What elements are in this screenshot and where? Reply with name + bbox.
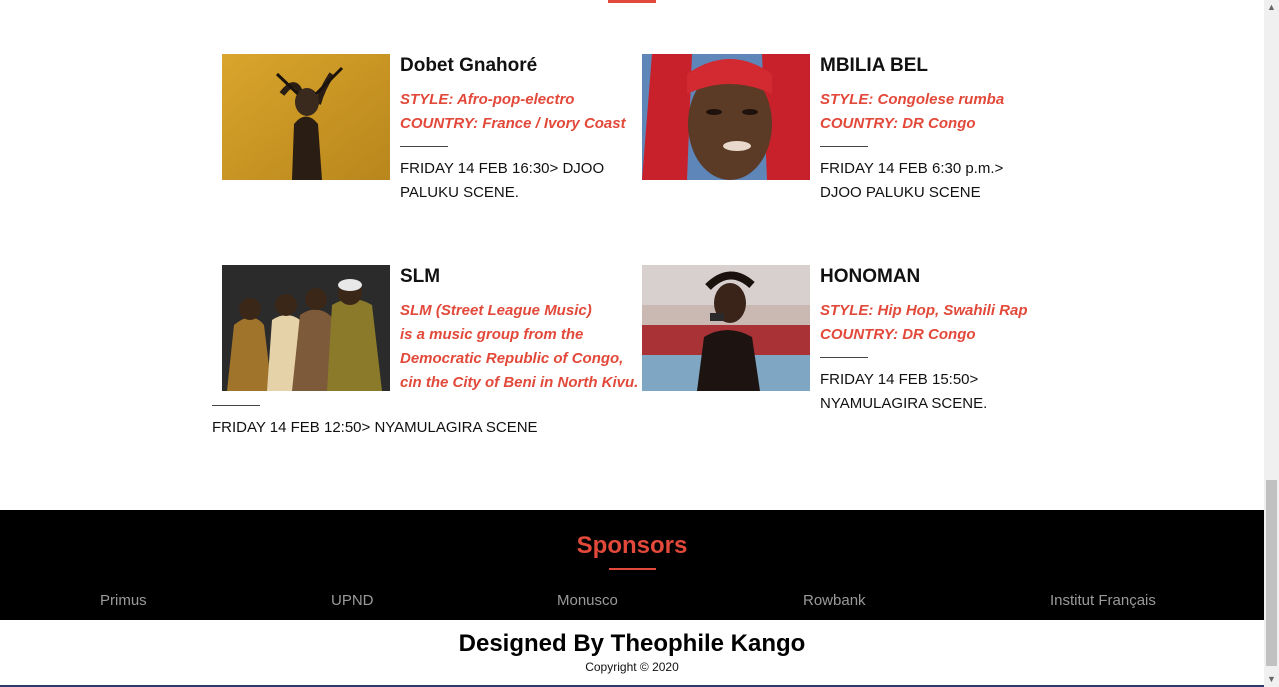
artist-name: SLM (400, 266, 441, 287)
schedule-line: DJOO PALUKU SCENE (820, 184, 981, 201)
artist-schedule: FRIDAY 14 FEB 16:30> DJOO PALUKU SCENE. (400, 157, 604, 205)
sponsors-title: Sponsors (576, 532, 688, 559)
designer-credit: Designed By Theophile Kango (458, 630, 806, 657)
scroll-up-arrow-icon[interactable]: ▲ (1264, 0, 1279, 15)
artist-name: HONOMAN (820, 266, 921, 287)
scroll-down-arrow-icon[interactable]: ▼ (1264, 672, 1279, 687)
sponsor-primus[interactable]: Primus (100, 592, 147, 609)
schedule-line: FRIDAY 14 FEB 15:50> (820, 371, 979, 388)
artist-style: STYLE: Hip Hop, Swahili Rap (820, 302, 1028, 319)
artist-meta: STYLE: Afro-pop-electro COUNTRY: France … (400, 88, 626, 136)
schedule-line: NYAMULAGIRA SCENE. (820, 395, 988, 412)
artist-country: COUNTRY: DR Congo (820, 326, 976, 343)
artist-schedule: FRIDAY 14 FEB 6:30 p.m.> DJOO PALUKU SCE… (820, 157, 1003, 205)
divider (820, 146, 868, 147)
sponsor-monusco[interactable]: Monusco (557, 592, 618, 609)
sponsor-upnd[interactable]: UPND (331, 592, 374, 609)
artist-meta: SLM (Street League Music) is a music gro… (400, 299, 638, 395)
sponsor-rowbank[interactable]: Rowbank (803, 592, 866, 609)
artist-schedule: FRIDAY 14 FEB 15:50> NYAMULAGIRA SCENE. (820, 368, 987, 416)
artist-photo-slm (222, 265, 390, 391)
schedule-line: PALUKU SCENE. (400, 184, 519, 201)
artist-photo-dobet (222, 54, 390, 180)
artist-name: Dobet Gnahoré (400, 55, 538, 76)
artist-style: STYLE: Afro-pop-electro (400, 91, 575, 108)
sponsor-institut-francais[interactable]: Institut Français (1050, 592, 1156, 609)
artist-style: STYLE: Congolese rumba (820, 91, 1005, 108)
artist-country: COUNTRY: France / Ivory Coast (400, 115, 626, 132)
artist-description-line: is a music group from the (400, 326, 584, 343)
schedule-line: FRIDAY 14 FEB 6:30 p.m.> (820, 160, 1004, 177)
schedule-line: FRIDAY 14 FEB 12:50> NYAMULAGIRA SCENE (212, 419, 538, 436)
section-title-underline (608, 0, 656, 3)
artist-meta: STYLE: Hip Hop, Swahili Rap COUNTRY: DR … (820, 299, 1028, 347)
artist-name: MBILIA BEL (820, 55, 929, 76)
artist-description-line: cin the City of Beni in North Kivu. (400, 374, 639, 391)
artist-description-line: Democratic Republic of Congo, (400, 350, 624, 367)
artist-photo-mbilia (642, 54, 810, 180)
sponsors-section: Sponsors Primus UPND Monusco Rowbank Ins… (0, 510, 1264, 620)
divider (400, 146, 448, 147)
artist-schedule: FRIDAY 14 FEB 12:50> NYAMULAGIRA SCENE (212, 416, 538, 440)
artist-description-line: SLM (Street League Music) (400, 302, 592, 319)
divider (820, 357, 868, 358)
copyright: Copyright © 2020 (585, 660, 679, 674)
sponsors-title-underline (609, 568, 656, 570)
artist-meta: STYLE: Congolese rumba COUNTRY: DR Congo (820, 88, 1004, 136)
divider (212, 405, 260, 406)
artist-photo-honoman (642, 265, 810, 391)
schedule-line: FRIDAY 14 FEB 16:30> DJOO (400, 160, 605, 177)
scrollbar-thumb[interactable] (1266, 480, 1277, 666)
artist-country: COUNTRY: DR Congo (820, 115, 976, 132)
